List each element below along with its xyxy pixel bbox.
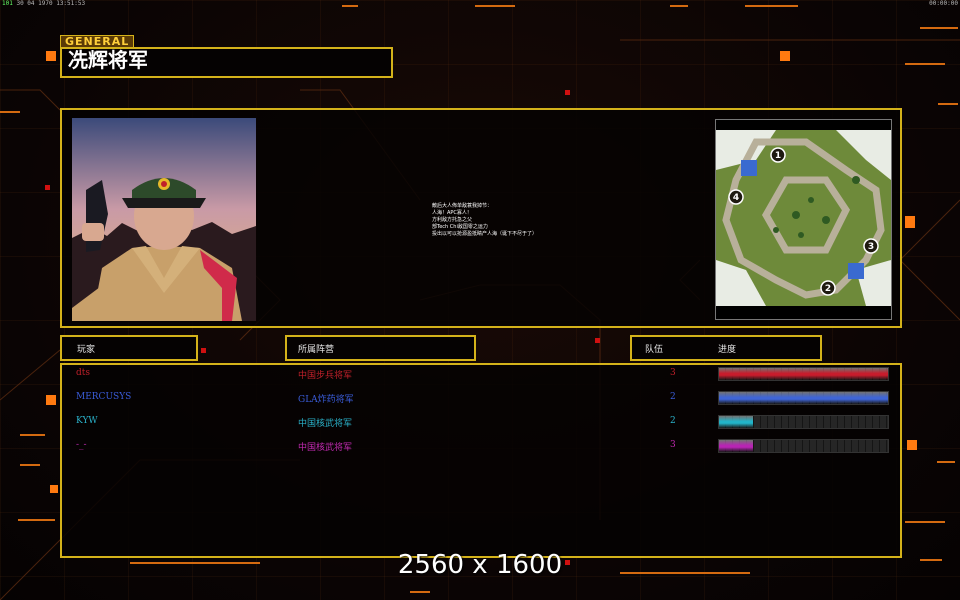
- player-name: MERCUSYS: [76, 392, 132, 402]
- player-faction: 中国步兵将军: [298, 371, 353, 381]
- player-row: dts 中国步兵将军 3: [60, 364, 902, 388]
- status-indicator: 101: [2, 0, 13, 7]
- player-row: MERCUSYS GLA炸药将军 2: [60, 388, 902, 412]
- player-name: -_-: [76, 440, 87, 450]
- minimap-marker-2: 2: [825, 284, 831, 294]
- general-portrait: [72, 118, 256, 321]
- minimap-marker-3: 3: [868, 242, 874, 252]
- team-header-label: 队伍: [645, 345, 664, 355]
- player-team: 3: [670, 440, 676, 450]
- player-name: dts: [76, 368, 90, 378]
- progress-bar-fill: [719, 440, 753, 452]
- briefing-text: 敵后大人佈单敌蓑我掉节： 人海！APC寡人！ 方利敌方托急之父 部Tech Ch…: [432, 203, 582, 238]
- progress-bar-fill: [719, 416, 753, 428]
- minimap: 1 2 3 4: [715, 119, 892, 320]
- player-row: -_- 中国核武将军 3: [60, 436, 902, 460]
- briefing-line: 敵后大人佈单敌蓑我掉节：: [432, 203, 493, 209]
- briefing-line: 部Tech Chi敌国零之运力: [432, 224, 488, 230]
- progress-bar: [718, 391, 889, 405]
- player-row: KYW 中国核武将军 2: [60, 412, 902, 436]
- general-title: 冼辉将军: [68, 48, 148, 72]
- minimap-marker-1: 1: [775, 151, 781, 161]
- resolution-label: 2560 x 1600: [397, 550, 563, 580]
- player-faction: 中国核武将军: [298, 419, 353, 429]
- briefing-line: 方利敌方托急之父: [432, 217, 473, 223]
- status-bar: 101 30 04 1970 13:51:53 00:00:00: [0, 0, 960, 8]
- briefing-line: 投出以可以抢源盈抵睛产人海（诞下不尽于了）: [432, 231, 538, 237]
- status-clock: 00:00:00: [929, 0, 958, 7]
- progress-bar-fill: [719, 392, 888, 404]
- progress-bar: [718, 415, 889, 429]
- progress-header-label: 进度: [718, 345, 737, 355]
- briefing-line: 人海！APC寡人！: [432, 210, 472, 216]
- player-faction: 中国核武将军: [298, 443, 353, 453]
- progress-bar: [718, 367, 889, 381]
- progress-bar: [718, 439, 889, 453]
- faction-header-label: 所属阵营: [298, 345, 335, 355]
- player-faction: GLA炸药将军: [298, 395, 354, 405]
- status-datetime: 30 04 1970 13:51:53: [16, 0, 86, 7]
- progress-bar-fill: [719, 368, 888, 380]
- player-team: 2: [670, 416, 676, 426]
- player-team: 2: [670, 392, 676, 402]
- player-header-label: 玩家: [77, 345, 96, 355]
- player-team: 3: [670, 368, 676, 378]
- player-name: KYW: [76, 416, 98, 426]
- minimap-marker-4: 4: [733, 193, 739, 203]
